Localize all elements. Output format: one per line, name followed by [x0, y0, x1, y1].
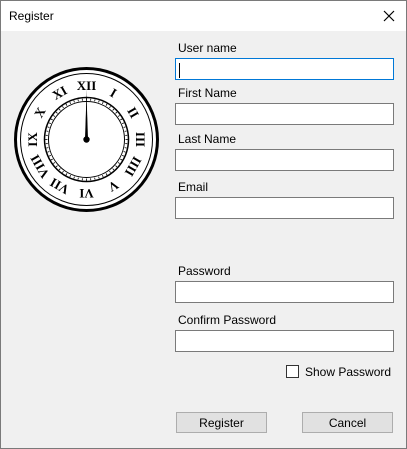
password-input[interactable]	[175, 281, 394, 303]
lastname-input[interactable]	[175, 149, 394, 171]
register-button[interactable]: Register	[176, 412, 267, 433]
firstname-label: First Name	[178, 86, 237, 100]
window-title: Register	[9, 9, 54, 23]
email-input[interactable]	[175, 197, 394, 219]
username-label: User name	[178, 41, 237, 55]
confirm-password-input[interactable]	[175, 330, 394, 352]
confirm-password-label: Confirm Password	[178, 313, 277, 327]
firstname-input[interactable]	[175, 103, 394, 125]
show-password-checkbox[interactable]	[286, 365, 299, 378]
text-caret	[179, 63, 180, 78]
password-label: Password	[178, 264, 231, 278]
lastname-label: Last Name	[178, 132, 237, 146]
clock-numeral: IX	[25, 132, 40, 147]
register-dialog: Register XII I II III IIII V VI VII VIII IX X XI Us…	[0, 0, 407, 449]
clock-numeral: III	[133, 132, 148, 147]
username-input[interactable]	[175, 58, 394, 80]
close-icon	[383, 10, 395, 22]
show-password-label[interactable]: Show Password	[305, 365, 391, 379]
clock-numeral: VI	[79, 186, 93, 201]
title-bar: Register	[1, 1, 406, 31]
email-label: Email	[178, 180, 209, 194]
clock-icon: XII IIIIIIIIIIVVIVIIVIIIIXXXI	[14, 67, 159, 212]
close-button[interactable]	[372, 1, 406, 31]
cancel-button[interactable]: Cancel	[302, 412, 393, 433]
